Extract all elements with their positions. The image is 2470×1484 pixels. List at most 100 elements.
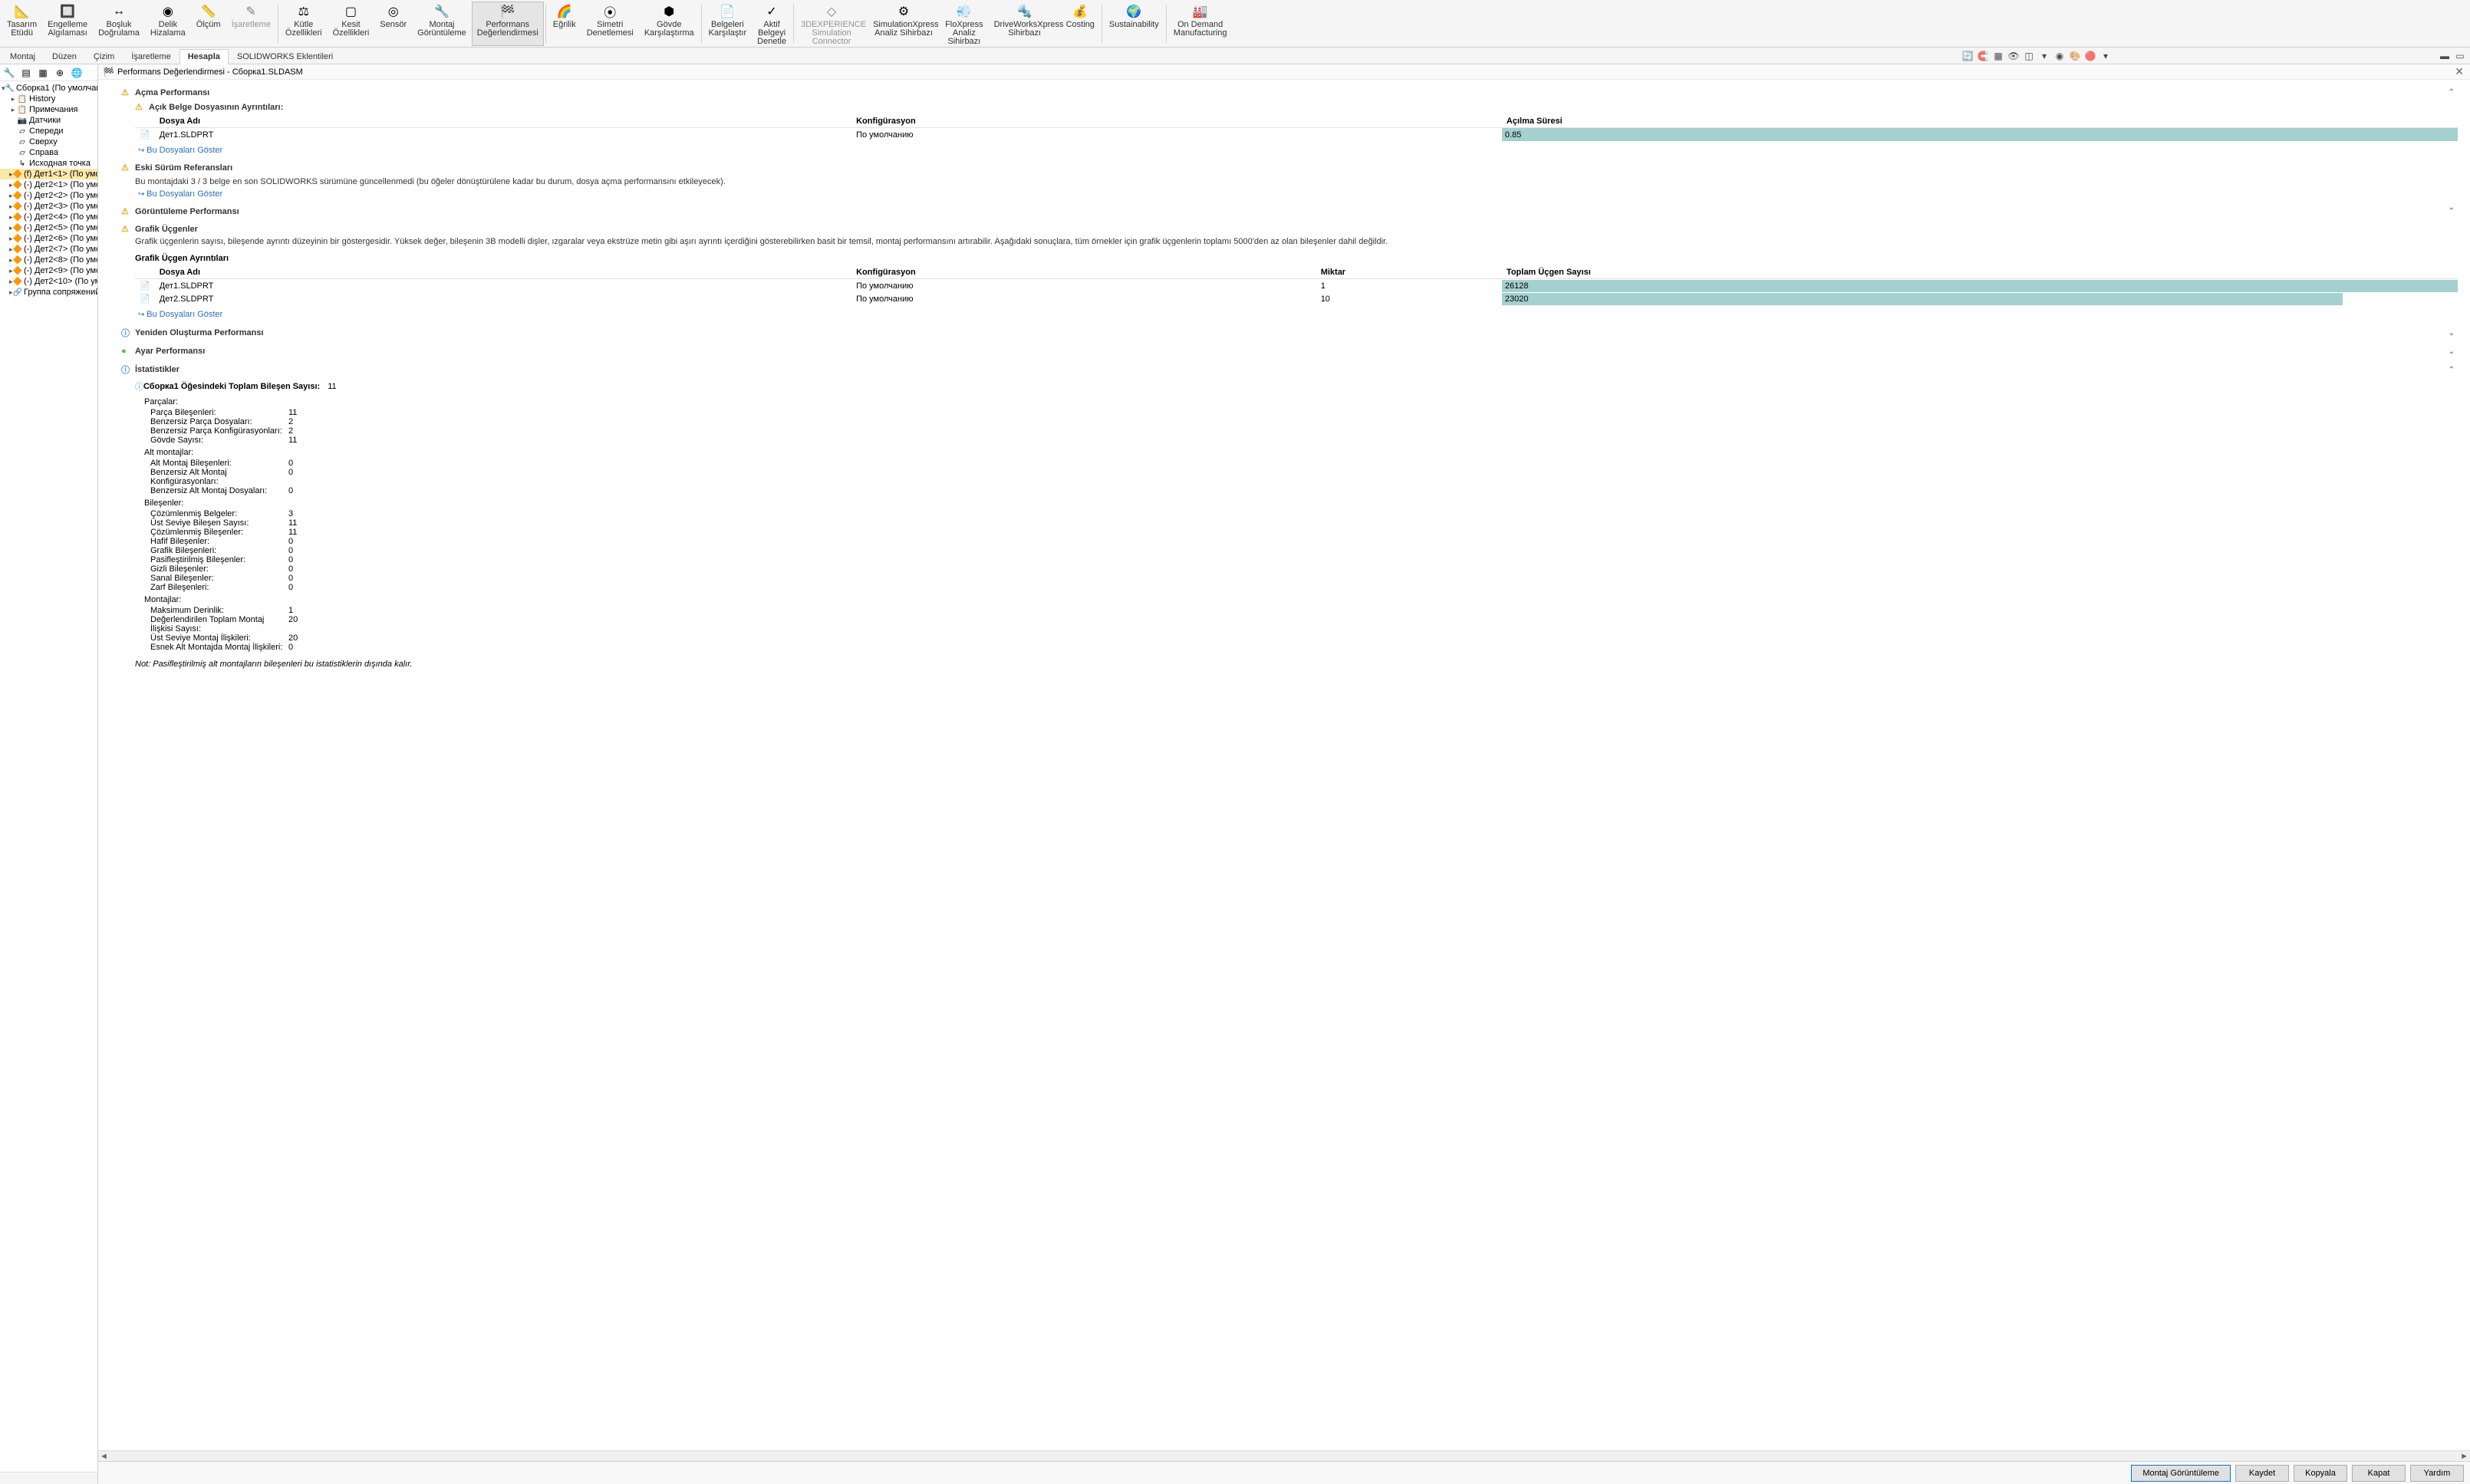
ribbon-sustainability[interactable]: 🌍 Sustainability [1104, 2, 1164, 46]
table-row[interactable]: 📄 Дет1.SLDPRT По умолчанию 1 26128 [135, 279, 2458, 293]
tree-node[interactable]: ▸ 📋 History [0, 94, 97, 104]
tree-node[interactable]: ▸ 🔶 (-) Дет2<6> (По умолчани [0, 233, 97, 244]
ribbon-label: Belgeleri Karşılaştır [709, 21, 747, 38]
ribbon-hole-alignment[interactable]: ◉ Delik Hizalama [145, 2, 191, 46]
stats-row: Benzersiz Alt Montaj Konfigürasyonları: … [150, 468, 2458, 486]
ribbon-curvature[interactable]: 🌈 Eğrilik [548, 2, 581, 46]
yardım-button[interactable]: Yardım [2410, 1465, 2464, 1482]
show-files-link[interactable]: Bu Dosyaları Göster [138, 189, 222, 199]
ribbon-check-active-document[interactable]: ✓ Aktif Belgeyi Denetle [752, 2, 792, 46]
tree-node[interactable]: ▸ 🔶 (-) Дет2<10> (По умолчан [0, 276, 97, 287]
collapse-icon[interactable]: ⌃ [2449, 207, 2455, 216]
view-icon[interactable]: 👁 [2007, 49, 2020, 63]
tree-node[interactable]: ▱ Спереди [0, 126, 97, 137]
node-icon: 🔶 [13, 266, 22, 275]
table-row[interactable]: 📄 Дет2.SLDPRT По умолчанию 10 23020 [135, 292, 2458, 305]
tree-node[interactable]: ▸ 📋 Примечания [0, 104, 97, 115]
tree-node[interactable]: ▸ 🔶 (-) Дет2<3> (По умолчани [0, 201, 97, 212]
ribbon-label: Eğrilik [553, 21, 576, 29]
ribbon-compare-documents[interactable]: 📄 Belgeleri Karşılaştır [703, 2, 753, 46]
ribbon-costing[interactable]: 💰 Costing [1061, 2, 1100, 46]
minimize-panel-icon[interactable]: ▬ [2438, 49, 2452, 63]
cube-icon[interactable]: ◫ [2022, 49, 2036, 63]
ribbon-driveworksxpress[interactable]: 🔩 DriveWorksXpress Sihirbazı [989, 2, 1061, 46]
table-row[interactable]: 📄 Дет1.SLDPRT По умолчанию 0.85 [135, 128, 2458, 142]
stats-row: Alt Montaj Bileşenleri: 0 [150, 459, 2458, 468]
tab-hesapla[interactable]: Hesapla [179, 49, 229, 64]
tree-node[interactable]: ▸ 🔶 (-) Дет2<9> (По умолчани [0, 265, 97, 276]
kopyala-button[interactable]: Kopyala [2294, 1465, 2347, 1482]
dimexpert-tab-icon[interactable]: ⊕ [52, 66, 68, 80]
tab-solidworks-eklentileri[interactable]: SOLIDWORKS Eklentileri [229, 49, 341, 64]
collapse-icon[interactable]: ⌃ [2449, 366, 2455, 374]
stats-row: Parça Bileşenleri: 11 [150, 408, 2458, 417]
ribbon-sensor[interactable]: ◎ Sensör [374, 2, 412, 46]
sidebar-scrollbar[interactable] [0, 1472, 97, 1484]
tree-node[interactable]: ▸ 🔶 (f) Дет1<1> (По умолчани [0, 169, 97, 179]
ribbon-interference-detection[interactable]: 🔲 Engelleme Algılaması [42, 2, 93, 46]
expand-icon[interactable]: ▸ [9, 106, 17, 114]
tab-montaj[interactable]: Montaj [2, 49, 44, 64]
close-icon[interactable]: ✕ [2455, 65, 2464, 78]
tree-node[interactable]: ▸ 🔶 (-) Дет2<5> (По умолчани [0, 222, 97, 233]
tree-label: Исходная точка [29, 159, 91, 168]
horizontal-scrollbar[interactable]: ◄ ► [98, 1450, 2470, 1461]
ribbon-compare-bodies[interactable]: ⬢ Gövde Karşılaştırma [639, 2, 700, 46]
ribbon-mass-properties[interactable]: ⚖ Kütle Özellikleri [280, 2, 328, 46]
display-mode-icon[interactable]: ▾ [2037, 49, 2051, 63]
grid-icon[interactable]: ▦ [1991, 49, 2005, 63]
expand-icon[interactable]: ⌄ [2449, 347, 2455, 356]
tree-node[interactable]: ▱ Справа [0, 147, 97, 158]
stats-row: Sanal Bileşenler: 0 [150, 574, 2458, 583]
tree-node[interactable]: ↳ Исходная точка [0, 158, 97, 169]
tree-label: (f) Дет1<1> (По умолчани [24, 169, 97, 179]
rotate-icon[interactable]: 🔄 [1961, 49, 1974, 63]
ribbon-symmetry-check[interactable]: ⦿ Simetri Denetlemesi [581, 2, 639, 46]
appearance-icon[interactable]: 🎨 [2068, 49, 2082, 63]
tree-node[interactable]: ▱ Сверху [0, 137, 97, 147]
tab-düzen[interactable]: Düzen [44, 49, 85, 64]
tree-node[interactable]: ▸ 🔶 (-) Дет2<4> (По умолчани [0, 212, 97, 222]
collapse-icon[interactable]: ⌃ [2449, 88, 2455, 97]
tree-node[interactable]: ▸ 🔶 (-) Дет2<2> (По умолчани [0, 190, 97, 201]
expand-icon[interactable]: ▸ [9, 95, 17, 104]
panel-footer: Montaj GörüntülemeKaydet Kopyala KapatYard… [98, 1461, 2470, 1484]
stats-footnote: Not: Pasifleştirilmiş alt montajların bi… [135, 660, 2458, 669]
kapat-button[interactable]: Kapat [2352, 1465, 2406, 1482]
display-tab-icon[interactable]: ▦ [35, 66, 51, 80]
tree-node[interactable]: ▸ 🔶 (-) Дет2<8> (По умолчани [0, 255, 97, 265]
scroll-right-icon[interactable]: ► [2460, 1452, 2468, 1461]
show-files-link[interactable]: Bu Dosyaları Göster [138, 146, 222, 155]
ribbon-simulationxpress[interactable]: ⚙ SimulationXpress Analiz Sihirbazı [868, 2, 940, 46]
magnet-icon[interactable]: 🧲 [1976, 49, 1990, 63]
appearance-tab-icon[interactable]: 🌐 [69, 66, 84, 80]
tree-label: (-) Дет2<1> (По умолчани [24, 180, 97, 189]
ribbon-section-properties[interactable]: ▢ Kesit Özellikleri [328, 2, 375, 46]
scroll-left-icon[interactable]: ◄ [100, 1452, 108, 1461]
ribbon-on-demand-manufacturing[interactable]: 🏭 On Demand Manufacturing [1168, 2, 1233, 46]
tab-i̇şaretleme[interactable]: İşaretleme [123, 49, 179, 64]
maximize-panel-icon[interactable]: ▭ [2453, 49, 2467, 63]
stats-row: Benzersiz Parça Dosyaları: 2 [150, 417, 2458, 426]
config-tab-icon[interactable]: ▤ [18, 66, 34, 80]
ribbon-assembly-visualization[interactable]: 🔧 Montaj Görüntüleme [412, 2, 472, 46]
show-files-link[interactable]: Bu Dosyaları Göster [138, 310, 222, 319]
ribbon-performance-evaluation[interactable]: 🏁 Performans Değerlendirmesi [472, 2, 544, 46]
scene-icon[interactable]: ◉ [2053, 49, 2067, 63]
kaydet-button[interactable]: Kaydet [2235, 1465, 2289, 1482]
tab-çizim[interactable]: Çizim [85, 49, 123, 64]
more-icon[interactable]: ▾ [2099, 49, 2113, 63]
tree-node[interactable]: ▸ 🔶 (-) Дет2<1> (По умолчани [0, 179, 97, 190]
tree-node[interactable]: ▸ 🔶 (-) Дет2<7> (По умолчани [0, 244, 97, 255]
expand-icon[interactable]: ⌄ [2449, 329, 2455, 337]
tree-tab-icon[interactable]: 🔧 [2, 66, 17, 80]
ribbon-design-study[interactable]: 📐 Tasarım Etüdü [2, 2, 42, 46]
tree-root[interactable]: ▾ 🔧 Сборка1 (По умолчанию) <По [0, 83, 97, 94]
ribbon-measure[interactable]: 📏 Ölçüm [191, 2, 226, 46]
ribbon-floxpress[interactable]: 💨 FloXpress Analiz Sihirbazı [940, 2, 989, 46]
tree-node[interactable]: 📷 Датчики [0, 115, 97, 126]
montaj-görüntüleme-button[interactable]: Montaj Görüntüleme [2131, 1465, 2231, 1482]
render-icon[interactable]: 🔴 [2083, 49, 2097, 63]
tree-node[interactable]: ▸ 🔗 Группа сопряжений1 ← [0, 287, 97, 298]
ribbon-clearance-verification[interactable]: ↔ Boşluk Doğrulama [93, 2, 145, 46]
